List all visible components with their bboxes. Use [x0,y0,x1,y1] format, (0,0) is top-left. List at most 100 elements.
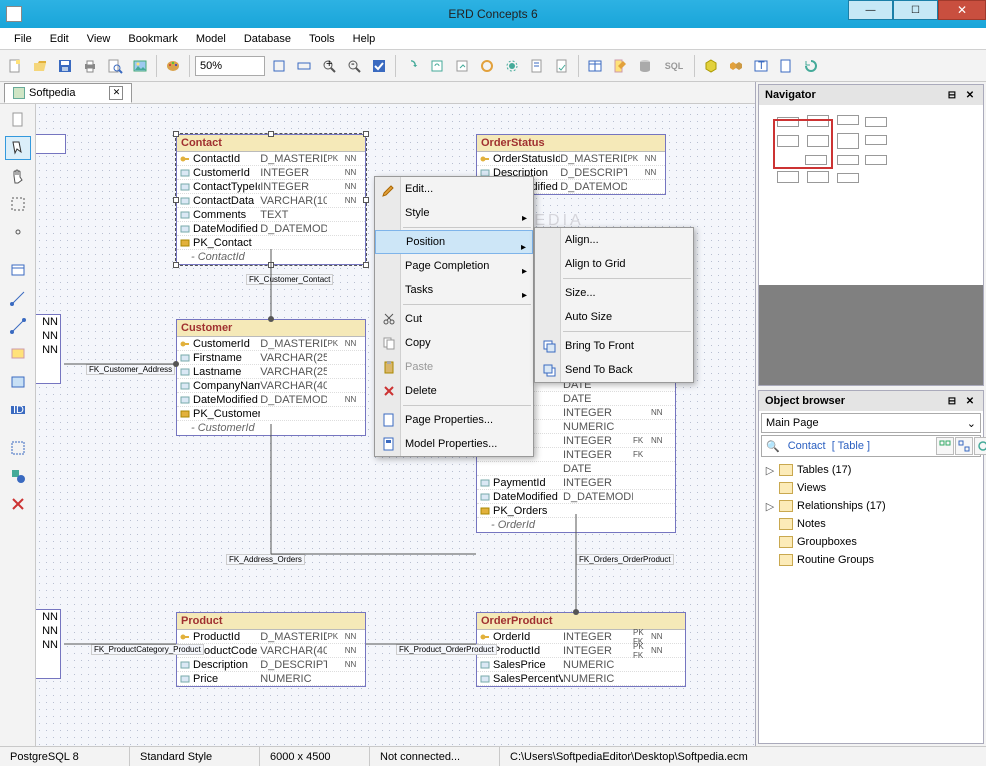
menu-item-size-[interactable]: Size... [535,281,693,305]
menu-item-tasks[interactable]: Tasks [375,278,533,302]
marquee-tool-icon[interactable] [5,192,31,216]
gear-icon[interactable] [501,55,523,77]
menu-model[interactable]: Model [188,31,234,47]
image-icon[interactable] [129,55,151,77]
tree-node[interactable]: ▷Tables (17) [765,461,977,479]
tree-node[interactable]: Notes [765,515,977,533]
save-icon[interactable] [54,55,76,77]
tree-refresh-icon[interactable] [974,437,986,455]
refresh3-icon[interactable] [800,55,822,77]
fit-page-icon[interactable] [268,55,290,77]
menu-edit[interactable]: Edit [42,31,77,47]
tree-node[interactable]: Groupboxes [765,533,977,551]
tree-node[interactable]: ▷Relationships (17) [765,497,977,515]
menu-tools[interactable]: Tools [301,31,343,47]
check-icon[interactable] [368,55,390,77]
hand-tool-icon[interactable] [5,164,31,188]
table-icon[interactable] [584,55,606,77]
filter-input[interactable] [784,440,934,452]
export-icon[interactable] [451,55,473,77]
close-button[interactable] [938,0,986,20]
menu-item-position[interactable]: Position [375,230,533,254]
sql-icon[interactable]: SQL [659,55,689,77]
entity-field: PK_Contact [177,236,365,250]
line-tool-icon[interactable] [5,286,31,310]
menu-help[interactable]: Help [345,31,384,47]
menu-item-model-properties-[interactable]: Model Properties... [375,432,533,456]
print-icon[interactable] [79,55,101,77]
page-selector[interactable]: Main Page ⌄ [761,413,981,433]
entity-customer[interactable]: Customer CustomerIdD_MASTERIDPKNNFirstna… [176,319,366,436]
tab-softpedia[interactable]: Softpedia ✕ [4,83,132,103]
palette-icon[interactable] [162,55,184,77]
tree-node[interactable]: Routine Groups [765,551,977,569]
entity-contact[interactable]: Contact ContactIdD_MASTERIDPKNNCustomerI… [176,134,366,265]
menu-item-edit-[interactable]: Edit... [375,177,533,201]
shapes-tool-icon[interactable] [5,464,31,488]
entity-partial[interactable] [36,134,66,154]
preview-icon[interactable] [104,55,126,77]
refresh-icon[interactable] [426,55,448,77]
text-icon[interactable]: T [750,55,772,77]
menu-database[interactable]: Database [236,31,299,47]
status-path: C:\Users\SoftpediaEditor\Desktop\Softped… [500,747,986,766]
menu-item-cut[interactable]: Cut [375,307,533,331]
database-icon[interactable] [634,55,656,77]
relation-tool-icon[interactable] [5,314,31,338]
pointer-tool-icon[interactable] [5,136,31,160]
entity-product[interactable]: Product ProductIdD_MASTERIDPKNNProductCo… [176,612,366,687]
diagram-canvas[interactable]: NN NN NN NN NN NN Co [36,104,755,746]
panel-close-icon[interactable]: ✕ [963,88,977,102]
fit-width-icon[interactable] [293,55,315,77]
menu-item-style[interactable]: Style [375,201,533,225]
script-icon[interactable] [526,55,548,77]
menu-item-delete[interactable]: Delete [375,379,533,403]
menu-bookmark[interactable]: Bookmark [120,31,186,47]
tab-close-icon[interactable]: ✕ [109,86,123,100]
maximize-button[interactable]: ☐ [893,0,938,20]
cube-icon[interactable] [700,55,722,77]
refresh2-icon[interactable] [476,55,498,77]
menu-item-copy[interactable]: Copy [375,331,533,355]
sync-icon[interactable] [401,55,423,77]
menu-item-align-[interactable]: Align... [535,228,693,252]
zoom-in-icon[interactable]: + [318,55,340,77]
doc-tool-icon[interactable] [5,108,31,132]
menu-item-page-completion[interactable]: Page Completion [375,254,533,278]
tree-node[interactable]: Views [765,479,977,497]
view-tool-icon[interactable] [5,370,31,394]
delete-tool-icon[interactable] [5,492,31,516]
entity-tool-icon[interactable] [5,258,31,282]
zoom-out-icon[interactable]: - [343,55,365,77]
group-tool-icon[interactable] [5,436,31,460]
menu-item-auto-size[interactable]: Auto Size [535,305,693,329]
cubes-icon[interactable] [725,55,747,77]
menu-file[interactable]: File [6,31,40,47]
menu-item-align-to-grid[interactable]: Align to Grid [535,252,693,276]
entity-partial[interactable]: NN NN NN [36,609,61,679]
panel-pin-icon[interactable]: ⊟ [945,88,959,102]
object-tree[interactable]: ▷Tables (17)Views▷Relationships (17)Note… [761,457,981,573]
tree-expand-icon[interactable] [936,437,954,455]
id-tool-icon[interactable]: ID [5,398,31,422]
del-icon [381,383,397,399]
menu-item-bring-to-front[interactable]: Bring To Front [535,334,693,358]
panel-close-icon[interactable]: ✕ [963,394,977,408]
menu-item-page-properties-[interactable]: Page Properties... [375,408,533,432]
open-icon[interactable] [29,55,51,77]
tree-collapse-icon[interactable] [955,437,973,455]
navigator-canvas[interactable] [759,105,983,285]
edit-icon[interactable] [609,55,631,77]
doc-icon[interactable] [775,55,797,77]
menu-view[interactable]: View [79,31,119,47]
zoom-combo[interactable] [195,56,265,76]
entity-orderproduct[interactable]: OrderProduct OrderIdINTEGERPK FKNNProduc… [476,612,686,687]
entity-partial[interactable]: NN NN NN [36,314,61,384]
panel-pin-icon[interactable]: ⊟ [945,394,959,408]
menu-item-send-to-back[interactable]: Send To Back [535,358,693,382]
point-tool-icon[interactable] [5,220,31,244]
script2-icon[interactable] [551,55,573,77]
minimize-button[interactable]: — [848,0,893,20]
new-icon[interactable] [4,55,26,77]
note-tool-icon[interactable] [5,342,31,366]
